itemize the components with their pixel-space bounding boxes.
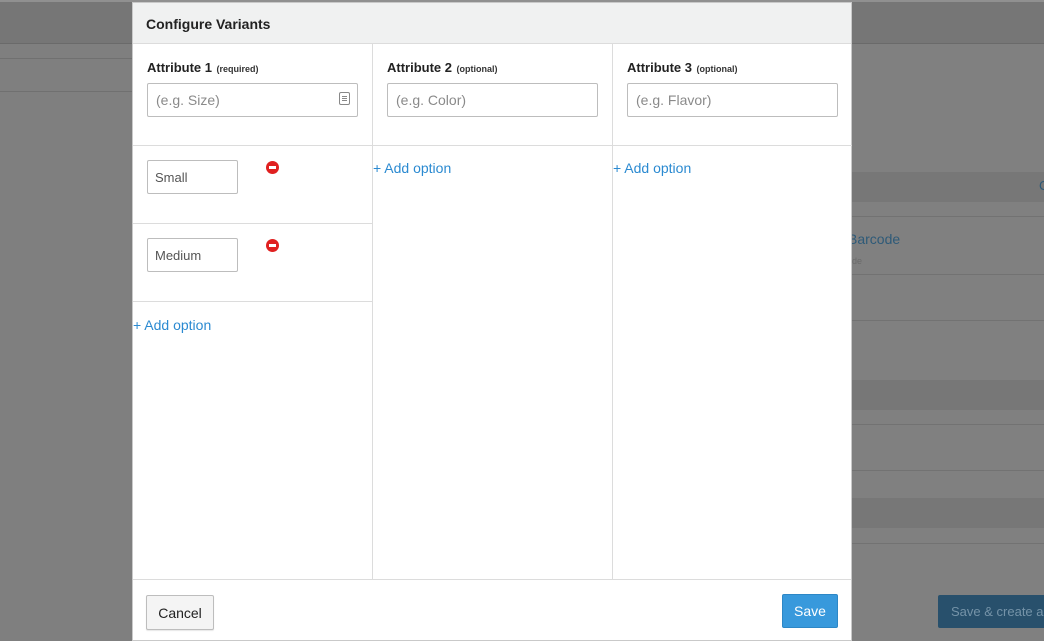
bg-section-band — [852, 172, 1044, 202]
attribute-1-label: Attribute 1 — [147, 60, 212, 75]
bg-section-band — [852, 380, 1044, 410]
bg-barcode-link: Barcode — [848, 231, 901, 247]
bg-divider — [852, 543, 1044, 544]
attribute-2-add-option-link[interactable]: + Add option — [373, 160, 451, 176]
attribute-2-label: Attribute 2 — [387, 60, 452, 75]
bg-divider — [852, 320, 1044, 321]
attribute-1-required-note: (required) — [216, 64, 259, 74]
bg-divider — [852, 216, 1044, 217]
attribute-3-header: Attribute 3 (optional) — [613, 44, 852, 146]
bg-divider — [852, 470, 1044, 471]
modal-header: Configure Variants — [133, 3, 851, 44]
attribute-2-optional-note: (optional) — [456, 64, 498, 74]
modal-footer: Cancel Save — [133, 580, 851, 641]
autofill-list-icon[interactable] — [339, 92, 350, 105]
bg-small-text: de — [852, 256, 863, 266]
attribute-2-input-wrap — [387, 77, 598, 117]
option-value-input[interactable] — [147, 160, 238, 194]
attribute-columns: Attribute 1 (required) + Add option Attr… — [133, 44, 852, 580]
remove-option-icon[interactable] — [266, 161, 279, 174]
attribute-3-column: Attribute 3 (optional) + Add option — [613, 44, 852, 579]
attribute-1-add-option-link[interactable]: + Add option — [133, 317, 211, 333]
bg-divider — [852, 274, 1044, 275]
attribute-1-name-input[interactable] — [147, 83, 358, 117]
attribute-3-name-input[interactable] — [627, 83, 838, 117]
attribute-3-optional-note: (optional) — [696, 64, 738, 74]
attribute-2-name-input[interactable] — [387, 83, 598, 117]
attribute-1-option-row — [133, 146, 372, 224]
configure-variants-modal: Configure Variants Attribute 1 (required… — [132, 2, 852, 641]
option-value-input[interactable] — [147, 238, 238, 272]
bg-save-create-button: Save & create a — [938, 595, 1044, 628]
attribute-1-column: Attribute 1 (required) + Add option — [133, 44, 373, 579]
bg-left-row — [0, 58, 132, 92]
bg-right-panel — [852, 44, 1044, 641]
save-button[interactable]: Save — [782, 594, 838, 628]
cancel-button[interactable]: Cancel — [146, 595, 214, 630]
modal-title: Configure Variants — [146, 16, 271, 32]
attribute-2-column: Attribute 2 (optional) + Add option — [373, 44, 613, 579]
attribute-3-add-option-link[interactable]: + Add option — [613, 160, 691, 176]
attribute-1-input-wrap — [147, 77, 358, 117]
remove-option-icon[interactable] — [266, 239, 279, 252]
attribute-2-header: Attribute 2 (optional) — [373, 44, 612, 146]
attribute-3-input-wrap — [627, 77, 838, 117]
attribute-3-label: Attribute 3 — [627, 60, 692, 75]
bg-link-fragment: C — [1039, 178, 1044, 193]
bg-divider — [852, 424, 1044, 425]
attribute-1-header: Attribute 1 (required) — [133, 44, 372, 146]
bg-section-band — [852, 498, 1044, 528]
attribute-1-option-row — [133, 224, 372, 302]
